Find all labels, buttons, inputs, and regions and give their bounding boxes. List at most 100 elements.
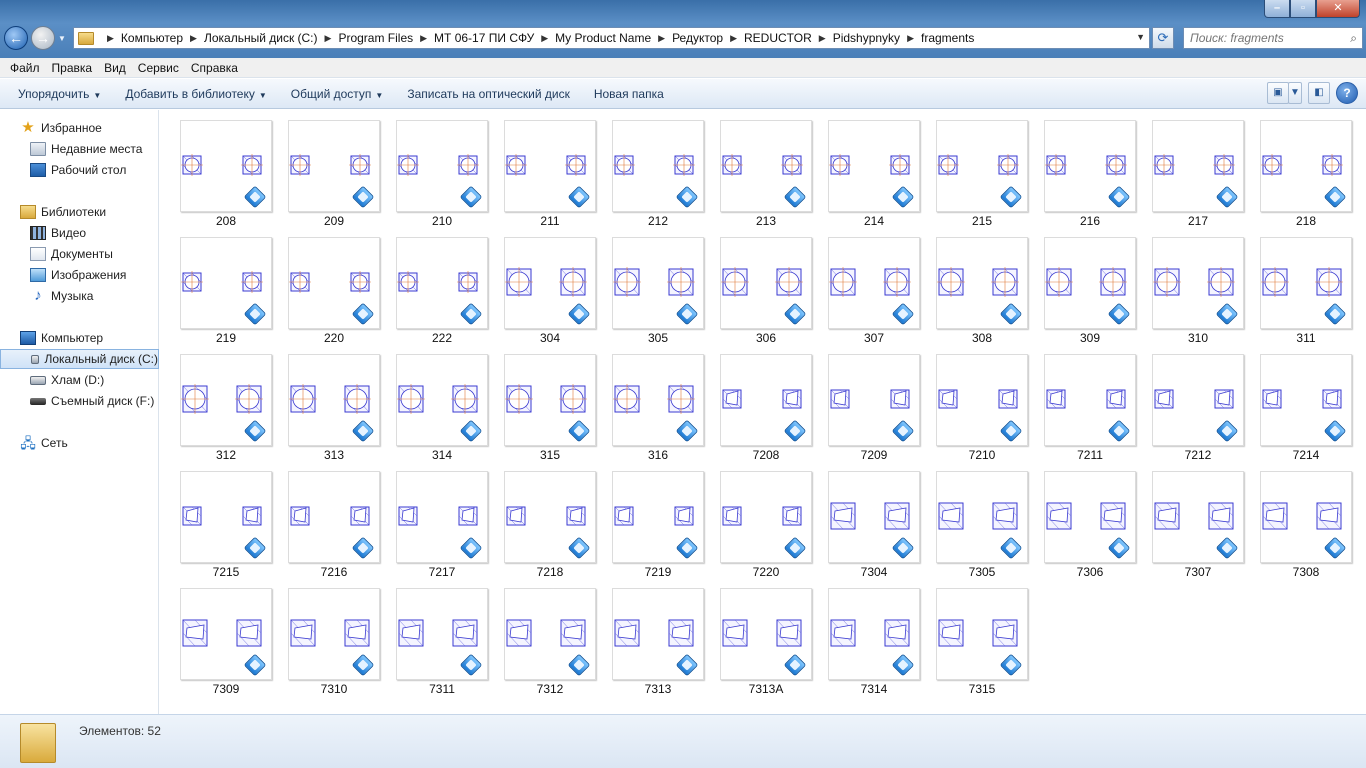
file-item[interactable]: 310 bbox=[1152, 229, 1244, 345]
nav-favorites[interactable]: ★ Избранное bbox=[0, 118, 159, 138]
chevron-right-icon[interactable]: ▶ bbox=[107, 33, 114, 44]
nav-removable-disk[interactable]: Съемный диск (F:) bbox=[0, 391, 159, 411]
search-box[interactable]: ⌕ bbox=[1183, 27, 1363, 49]
close-button[interactable]: ✕ bbox=[1316, 0, 1360, 18]
nav-junk-disk[interactable]: Хлам (D:) bbox=[0, 370, 159, 390]
chevron-right-icon[interactable]: ▶ bbox=[190, 33, 197, 44]
file-item[interactable]: 7218 bbox=[504, 463, 596, 579]
breadcrumb-program-files[interactable]: Program Files bbox=[338, 31, 413, 45]
breadcrumb-pidshypnyky[interactable]: Pidshypnyky bbox=[833, 31, 900, 45]
menu-tools[interactable]: Сервис bbox=[132, 61, 185, 75]
file-item[interactable]: 7216 bbox=[288, 463, 380, 579]
breadcrumb-reductor[interactable]: REDUCTOR bbox=[744, 31, 812, 45]
nav-libraries[interactable]: Библиотеки bbox=[0, 202, 159, 222]
chevron-right-icon[interactable]: ▶ bbox=[819, 33, 826, 44]
search-icon[interactable]: ⌕ bbox=[1350, 31, 1357, 46]
file-item[interactable]: 7313 bbox=[612, 580, 704, 696]
file-item[interactable]: 218 bbox=[1260, 112, 1352, 228]
file-item[interactable]: 215 bbox=[936, 112, 1028, 228]
file-item[interactable]: 7220 bbox=[720, 463, 812, 579]
chevron-down-icon[interactable]: ▼ bbox=[1136, 32, 1145, 42]
file-item[interactable]: 7305 bbox=[936, 463, 1028, 579]
file-item[interactable]: 214 bbox=[828, 112, 920, 228]
new-folder-button[interactable]: Новая папка bbox=[586, 87, 672, 101]
share-button[interactable]: Общий доступ ▼ bbox=[283, 87, 392, 101]
file-item[interactable]: 7313А bbox=[720, 580, 812, 696]
chevron-right-icon[interactable]: ▶ bbox=[325, 33, 332, 44]
file-item[interactable]: 313 bbox=[288, 346, 380, 462]
file-item[interactable]: 210 bbox=[396, 112, 488, 228]
breadcrumb-computer[interactable]: Компьютер bbox=[121, 31, 183, 45]
file-item[interactable]: 7208 bbox=[720, 346, 812, 462]
file-item[interactable]: 209 bbox=[288, 112, 380, 228]
file-item[interactable]: 7214 bbox=[1260, 346, 1352, 462]
file-item[interactable]: 217 bbox=[1152, 112, 1244, 228]
file-item[interactable]: 7306 bbox=[1044, 463, 1136, 579]
breadcrumb-mt[interactable]: МТ 06-17 ПИ СФУ bbox=[434, 31, 534, 45]
menu-file[interactable]: Файл bbox=[4, 61, 46, 75]
forward-button[interactable]: → bbox=[31, 26, 55, 50]
file-item[interactable]: 316 bbox=[612, 346, 704, 462]
file-item[interactable]: 216 bbox=[1044, 112, 1136, 228]
file-item[interactable]: 307 bbox=[828, 229, 920, 345]
back-button[interactable]: ← bbox=[4, 26, 28, 50]
file-item[interactable]: 309 bbox=[1044, 229, 1136, 345]
file-item[interactable]: 312 bbox=[180, 346, 272, 462]
nav-local-disk[interactable]: Локальный диск (C:) bbox=[0, 349, 159, 369]
file-item[interactable]: 7310 bbox=[288, 580, 380, 696]
menu-help[interactable]: Справка bbox=[185, 61, 244, 75]
nav-network[interactable]: 🖧 Сеть bbox=[0, 433, 159, 453]
address-bar[interactable]: ▶ Компьютер ▶ Локальный диск (C:) ▶ Prog… bbox=[73, 27, 1150, 49]
nav-images[interactable]: Изображения bbox=[0, 265, 159, 285]
help-icon[interactable]: ? bbox=[1336, 82, 1358, 104]
file-item[interactable]: 219 bbox=[180, 229, 272, 345]
chevron-right-icon[interactable]: ▶ bbox=[658, 33, 665, 44]
file-item[interactable]: 7304 bbox=[828, 463, 920, 579]
file-item[interactable]: 222 bbox=[396, 229, 488, 345]
file-item[interactable]: 7311 bbox=[396, 580, 488, 696]
file-item[interactable]: 7219 bbox=[612, 463, 704, 579]
file-item[interactable]: 7209 bbox=[828, 346, 920, 462]
minimize-button[interactable]: – bbox=[1264, 0, 1290, 18]
file-item[interactable]: 314 bbox=[396, 346, 488, 462]
file-item[interactable]: 7210 bbox=[936, 346, 1028, 462]
file-item[interactable]: 7309 bbox=[180, 580, 272, 696]
breadcrumb-reductor-ru[interactable]: Редуктор bbox=[672, 31, 723, 45]
file-item[interactable]: 306 bbox=[720, 229, 812, 345]
change-view-icon[interactable]: ▣ bbox=[1267, 82, 1289, 104]
recent-pages-icon[interactable]: ▼ bbox=[58, 34, 66, 43]
search-input[interactable] bbox=[1190, 28, 1340, 48]
nav-video[interactable]: Видео bbox=[0, 223, 159, 243]
file-item[interactable]: 213 bbox=[720, 112, 812, 228]
file-item[interactable]: 7212 bbox=[1152, 346, 1244, 462]
file-item[interactable]: 211 bbox=[504, 112, 596, 228]
file-item[interactable]: 7307 bbox=[1152, 463, 1244, 579]
file-item[interactable]: 315 bbox=[504, 346, 596, 462]
breadcrumb-local-disk[interactable]: Локальный диск (C:) bbox=[204, 31, 318, 45]
file-item[interactable]: 7215 bbox=[180, 463, 272, 579]
file-item[interactable]: 208 bbox=[180, 112, 272, 228]
nav-documents[interactable]: Документы bbox=[0, 244, 159, 264]
menu-edit[interactable]: Правка bbox=[46, 61, 99, 75]
nav-music[interactable]: ♪ Музыка bbox=[0, 286, 159, 306]
file-item[interactable]: 212 bbox=[612, 112, 704, 228]
nav-recent-places[interactable]: Недавние места bbox=[0, 139, 159, 159]
file-item[interactable]: 305 bbox=[612, 229, 704, 345]
chevron-right-icon[interactable]: ▶ bbox=[541, 33, 548, 44]
organize-button[interactable]: Упорядочить ▼ bbox=[10, 87, 109, 101]
file-item[interactable]: 308 bbox=[936, 229, 1028, 345]
breadcrumb-product[interactable]: My Product Name bbox=[555, 31, 651, 45]
file-item[interactable]: 7308 bbox=[1260, 463, 1352, 579]
chevron-right-icon[interactable]: ▶ bbox=[730, 33, 737, 44]
add-to-library-button[interactable]: Добавить в библиотеку ▼ bbox=[117, 87, 274, 101]
refresh-button[interactable]: ⟳ bbox=[1152, 27, 1174, 49]
preview-pane-icon[interactable]: ◧ bbox=[1308, 82, 1330, 104]
file-item[interactable]: 7315 bbox=[936, 580, 1028, 696]
chevron-right-icon[interactable]: ▶ bbox=[907, 33, 914, 44]
file-item[interactable]: 304 bbox=[504, 229, 596, 345]
breadcrumb-fragments[interactable]: fragments bbox=[921, 31, 974, 45]
file-item[interactable]: 311 bbox=[1260, 229, 1352, 345]
nav-desktop[interactable]: Рабочий стол bbox=[0, 160, 159, 180]
chevron-right-icon[interactable]: ▶ bbox=[420, 33, 427, 44]
menu-view[interactable]: Вид bbox=[98, 61, 132, 75]
